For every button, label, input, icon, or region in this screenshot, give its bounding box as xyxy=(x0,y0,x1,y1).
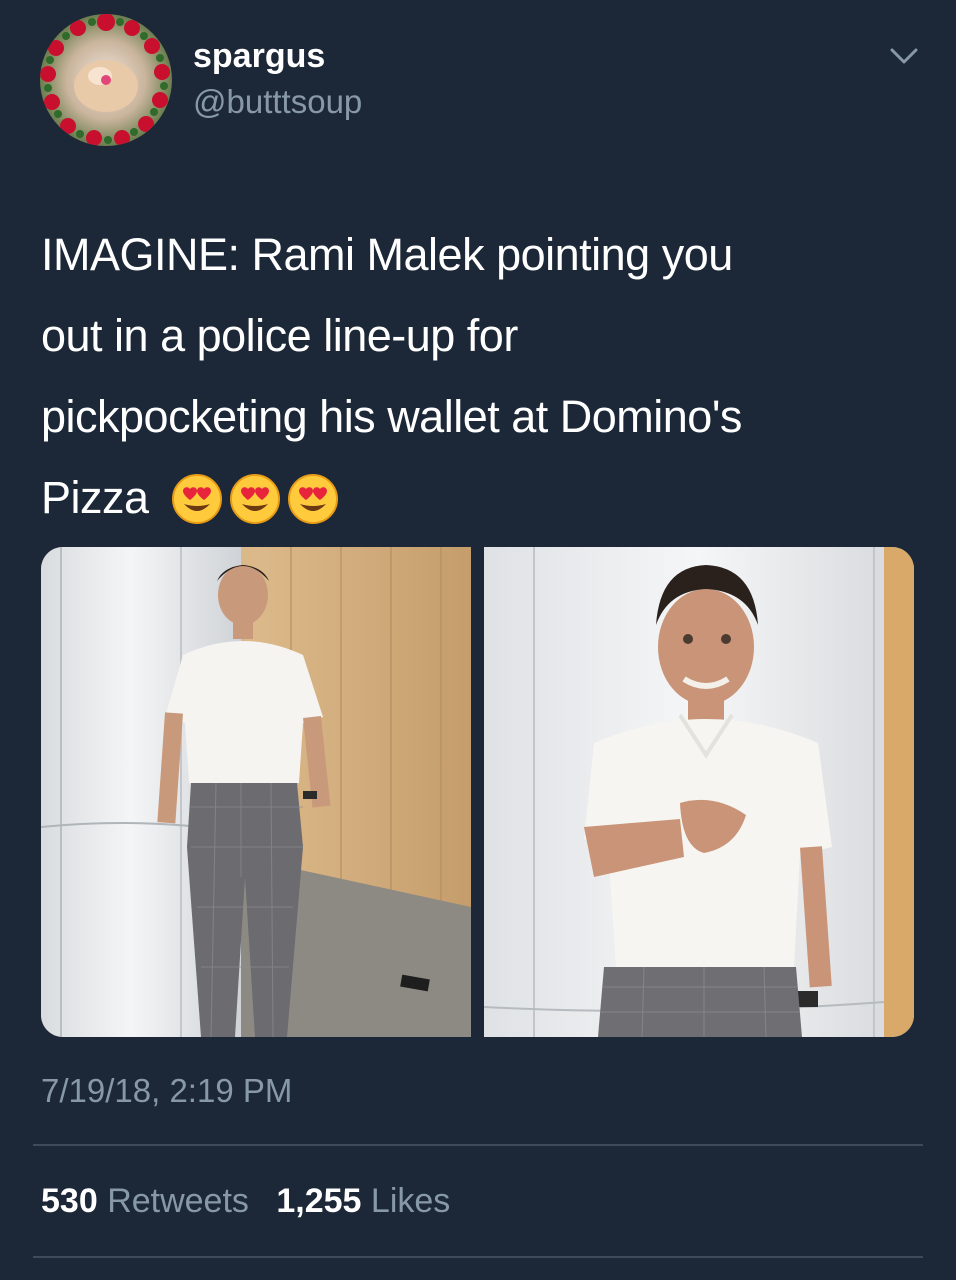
emoji-row xyxy=(171,469,345,550)
author-display-name[interactable]: spargus xyxy=(193,36,325,76)
divider xyxy=(33,1144,923,1146)
heart-eyes-emoji-icon xyxy=(287,474,338,524)
tweet-stats: 530 Retweets 1,255 Likes xyxy=(41,1181,450,1221)
author-handle[interactable]: @butttsoup xyxy=(193,82,362,122)
likes-count: 1,255 xyxy=(276,1182,362,1220)
retweets-label: Retweets xyxy=(107,1182,249,1220)
tweet-photo-1[interactable] xyxy=(41,547,471,1037)
chevron-down-icon[interactable] xyxy=(888,44,920,68)
photo-man-leaning-against-pillar-image xyxy=(41,547,471,1037)
heart-eyes-emoji-icon xyxy=(171,474,222,524)
tweet-timestamp[interactable]: 7/19/18, 2:19 PM xyxy=(41,1071,292,1111)
retweets-stat[interactable]: 530 Retweets xyxy=(41,1181,249,1221)
user-avatar[interactable] xyxy=(40,14,172,146)
likes-stat[interactable]: 1,255 Likes xyxy=(276,1181,450,1221)
likes-label: Likes xyxy=(370,1182,451,1220)
heart-eyes-emoji-icon xyxy=(229,474,280,524)
retweets-count: 530 xyxy=(41,1182,98,1220)
divider xyxy=(33,1256,923,1258)
photo-man-pointing-image xyxy=(484,547,914,1037)
tweet-text-body: IMAGINE: Rami Malek pointing you out in … xyxy=(41,229,742,523)
rose-wreath-avatar-image xyxy=(40,14,172,146)
tweet-photo-2[interactable] xyxy=(484,547,914,1037)
tweet-text: IMAGINE: Rami Malek pointing you out in … xyxy=(41,214,921,550)
